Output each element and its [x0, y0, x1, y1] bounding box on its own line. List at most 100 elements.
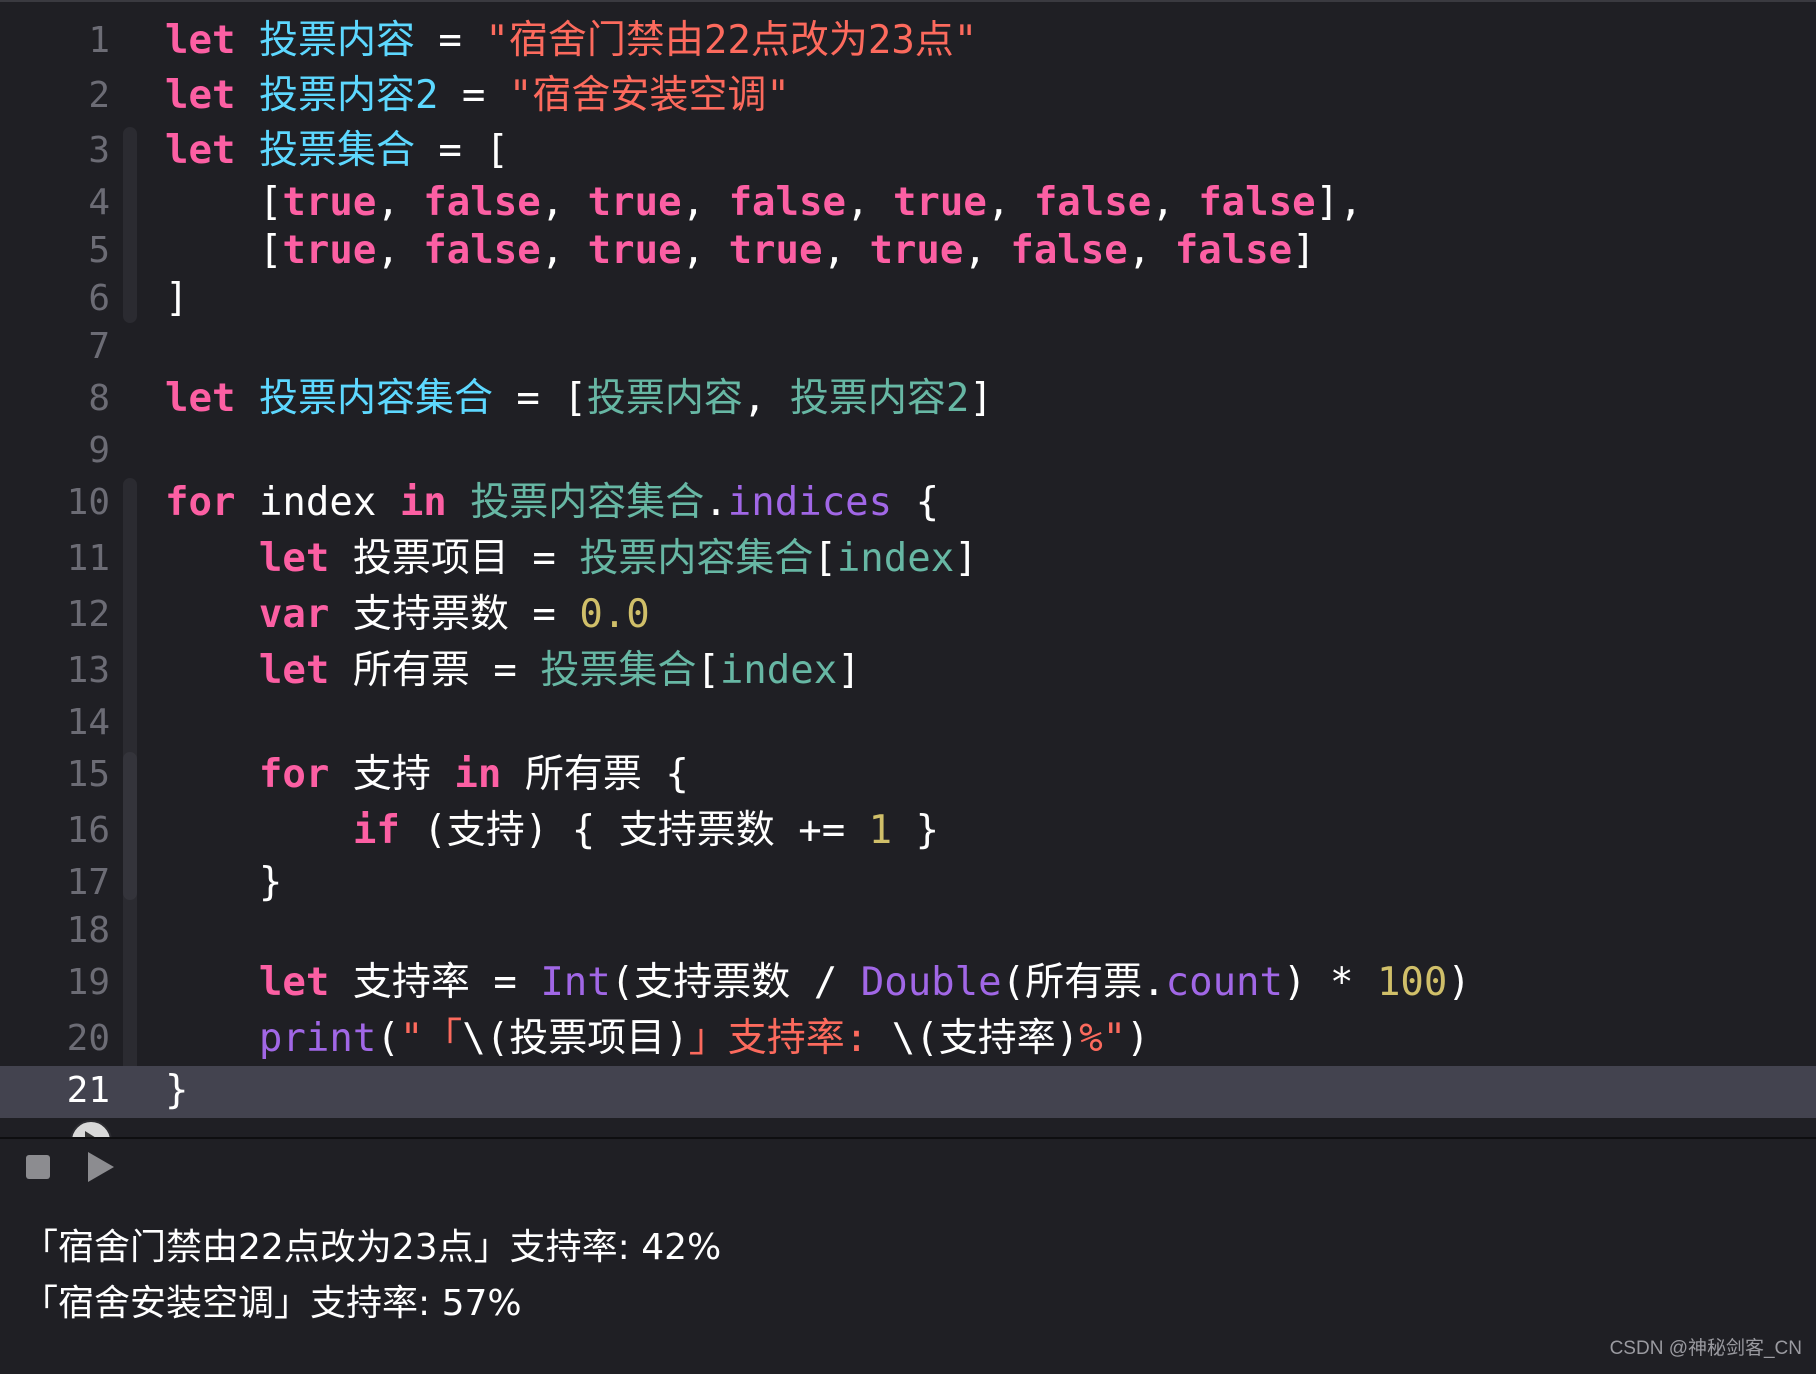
code-text[interactable]: let 投票集合 = [ [165, 126, 509, 176]
code-text[interactable]: } [165, 1066, 188, 1116]
code-token: var [258, 592, 330, 637]
code-token: 0.0 [579, 592, 650, 637]
code-text[interactable]: ] [165, 274, 188, 324]
code-token: false [1033, 180, 1152, 225]
code-text[interactable]: } [165, 858, 282, 908]
code-line-10[interactable]: 10 for index in 投票内容集合.indices { [0, 478, 1816, 528]
code-token: 投票内容集合 [258, 376, 493, 421]
line-number: 10 [66, 482, 110, 523]
code-text[interactable]: let 支持率 = Int(支持票数 / Double(所有票.count) *… [165, 958, 1471, 1008]
code-token: 支持率 [352, 960, 470, 1005]
code-line-19[interactable]: 19 let 支持率 = Int(支持票数 / Double(所有票.count… [0, 958, 1816, 1008]
code-text[interactable]: let 投票内容2 = "宿舍安装空调" [165, 71, 790, 121]
code-text[interactable]: var 支持票数 = 0.0 [165, 590, 650, 640]
line-number: 8 [88, 378, 110, 419]
code-token: = [469, 960, 541, 1005]
line-number: 19 [66, 962, 110, 1003]
keyword: let [165, 73, 236, 118]
line-number: 13 [66, 650, 110, 691]
code-token: , [681, 180, 729, 225]
operator: = [414, 18, 486, 63]
code-text[interactable]: let 投票内容集合 = [投票内容, 投票内容2] [165, 374, 993, 424]
code-line-1[interactable]: 1 let 投票内容 = "宿舍门禁由22点改为23点" [0, 16, 1816, 66]
code-token: 投票项目 [352, 536, 509, 581]
code-line-4[interactable]: 4 [true, false, true, false, true, false… [0, 178, 1816, 228]
code-line-14[interactable]: 14 [0, 698, 1816, 748]
code-line-20[interactable]: 20 print("「\(投票项目)」支持率: \(支持率)%") [0, 1014, 1816, 1064]
operator: = [438, 73, 509, 118]
line-number: 20 [66, 1018, 110, 1059]
code-text[interactable]: if (支持) { 支持票数 += 1 } [165, 806, 939, 856]
code-token: let [258, 536, 330, 581]
code-line-11[interactable]: 11 let 投票项目 = 投票内容集合[index] [0, 534, 1816, 584]
code-line-2[interactable]: 2 let 投票内容2 = "宿舍安装空调" [0, 71, 1816, 121]
code-token: } [915, 808, 940, 853]
code-token: 投票集合 [540, 648, 697, 693]
code-token: = [508, 592, 580, 637]
stop-button[interactable] [26, 1155, 50, 1179]
code-token: 1 [868, 808, 893, 853]
operator: = [414, 128, 486, 173]
code-line-3[interactable]: 3 let 投票集合 = [ [0, 126, 1816, 176]
code-token: 支持票数 [352, 592, 509, 637]
code-line-18[interactable]: 18 [0, 906, 1816, 956]
code-token: , [681, 228, 729, 273]
code-token: [ [813, 536, 837, 581]
string-literal: "宿舍安装空调" [508, 73, 790, 118]
line-number: 21 [66, 1070, 110, 1111]
code-token: indices [727, 480, 893, 525]
line-number: 9 [88, 430, 110, 471]
code-text[interactable]: let 投票项目 = 投票内容集合[index] [165, 534, 978, 584]
code-token: true [282, 228, 377, 273]
code-line-7[interactable]: 7 [0, 322, 1816, 372]
line-number: 15 [66, 754, 110, 795]
code-token: false [423, 180, 541, 225]
line-number: 18 [66, 910, 110, 951]
code-text[interactable]: [true, false, true, true, true, false, f… [165, 226, 1316, 276]
code-token: = [508, 536, 580, 581]
code-text[interactable]: let 所有票 = 投票集合[index] [165, 646, 861, 696]
run-button[interactable] [88, 1152, 114, 1182]
code-text[interactable]: for 支持 in 所有票 { [165, 750, 689, 800]
string-literal: "宿舍门禁由22点改为23点" [485, 18, 978, 63]
code-line-8[interactable]: 8 let 投票内容集合 = [投票内容, 投票内容2] [0, 374, 1816, 424]
line-number: 16 [66, 810, 110, 851]
identifier: 投票内容2 [258, 73, 439, 118]
code-token: , [822, 228, 870, 273]
code-text[interactable]: [true, false, true, false, true, false, … [165, 178, 1363, 228]
code-line-15[interactable]: 15 for 支持 in 所有票 { [0, 750, 1816, 800]
code-text[interactable]: print("「\(投票项目)」支持率: \(支持率)%") [165, 1014, 1150, 1064]
identifier: 投票集合 [258, 128, 415, 173]
code-token: 所有票 [1025, 960, 1143, 1005]
code-line-9[interactable]: 9 [0, 426, 1816, 476]
code-text[interactable]: let 投票内容 = "宿舍门禁由22点改为23点" [165, 16, 977, 66]
code-token: true [869, 228, 964, 273]
line-number: 14 [66, 702, 110, 743]
code-token: 支持率 [938, 1016, 1056, 1061]
line-number: 12 [66, 594, 110, 635]
code-token: in [454, 752, 502, 797]
code-token: ] [837, 648, 861, 693]
watermark: CSDN @神秘剑客_CN [1609, 1338, 1802, 1359]
code-token: true [282, 180, 377, 225]
code-token: index [719, 648, 838, 693]
code-line-13[interactable]: 13 let 所有票 = 投票集合[index] [0, 646, 1816, 696]
code-line-17[interactable]: 17 } [0, 858, 1816, 908]
code-line-5[interactable]: 5 [true, false, true, true, true, false,… [0, 226, 1816, 276]
code-token: ] [969, 376, 993, 421]
code-token: , [742, 376, 790, 421]
code-line-16[interactable]: 16 if (支持) { 支持票数 += 1 } [0, 806, 1816, 856]
console-output[interactable]: 「宿舍门禁由22点改为23点」支持率: 42% 「宿舍安装空调」支持率: 57% [0, 1195, 1816, 1374]
code-token: if [352, 808, 400, 853]
code-token: [ [258, 180, 283, 225]
debug-toolbar [0, 1137, 1816, 1197]
code-line-12[interactable]: 12 var 支持票数 = 0.0 [0, 590, 1816, 640]
line-number: 5 [88, 230, 110, 271]
code-line-21-current[interactable]: 21 } [0, 1066, 1816, 1118]
code-editor[interactable]: 1 let 投票内容 = "宿舍门禁由22点改为23点" 2 let 投票内容2… [0, 0, 1816, 1162]
code-token: } [165, 1068, 189, 1113]
code-text[interactable]: for index in 投票内容集合.indices { [165, 478, 939, 528]
code-token: in [399, 480, 447, 525]
code-token: 投票内容2 [789, 376, 970, 421]
code-line-6[interactable]: 6 ] [0, 274, 1816, 324]
